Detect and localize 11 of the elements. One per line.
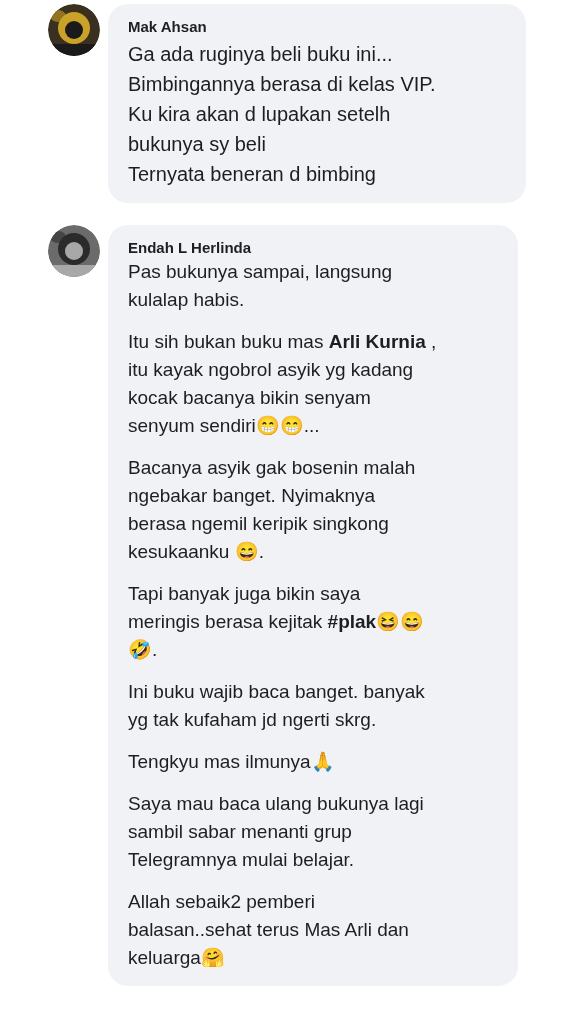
comment-text: Itu sih bukan buku mas Arli Kurnia , itu kayak ngobrol asyik yg kadang kocak bacanya bikin senyam senyum sendiri😁😁... [128, 330, 438, 438]
comment-text: Allah sebaik2 pemberi balasan..sehat terus Mas Arli dan keluarga🤗 [128, 890, 410, 970]
comment-text: Ga ada ruginya beli buku ini... Bimbingannya berasa di kelas VIP. Ku kira akan d lupakan setelh bukunya sy beli Ternyata beneran d bimbing [128, 42, 437, 187]
comment-text: Pas bukunya sampai, langsung kulalap habis. [128, 260, 394, 312]
author-name[interactable]: Mak Ahsan [128, 18, 508, 35]
comment-text: Tengkyu mas ilmunya🙏 [128, 750, 336, 774]
comment-text: Ini buku wajib baca banget. banyak yg tak kufaham jd ngerti skrg. [128, 680, 426, 732]
author-name[interactable]: Endah L Herlinda [128, 239, 500, 256]
comment-text: Bacanya asyik gak bosenin malah ngebakar banget. Nyimaknya berasa ngemil keripik singkong kesukaanku 😄. [128, 456, 417, 564]
comment-text: Saya mau baca ulang bukunya lagi sambil sabar menanti grup Telegramnya mulai belajar. [128, 792, 425, 872]
comment-text: Tapi banyak juga bikin saya meringis berasa kejitak #plak😆😄 🤣. [128, 582, 426, 662]
